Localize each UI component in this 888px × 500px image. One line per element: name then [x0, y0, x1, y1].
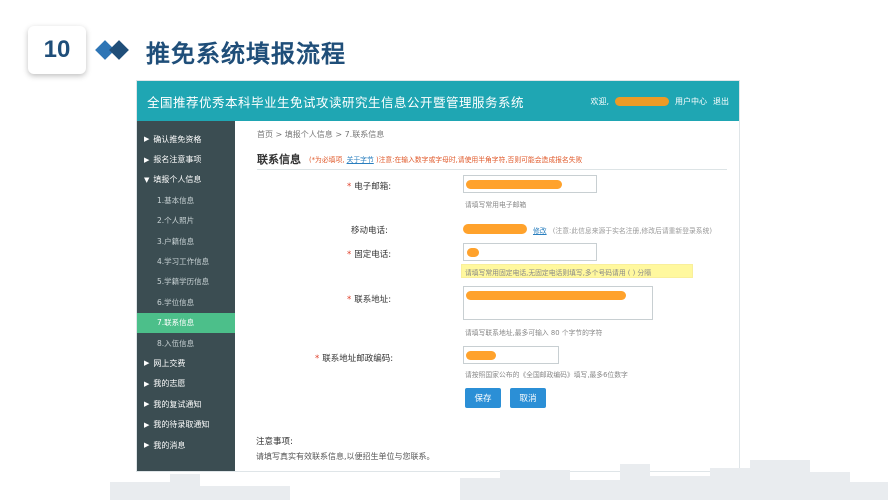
breadcrumb: 首页 > 填报个人信息 > 7.联系信息 [257, 129, 384, 140]
sidebar-item-label: 4.学习工作信息 [157, 257, 210, 267]
note-suffix: )注意:在输入数字或字母时,请使用半角字符,否则可能会造成报名失败 [375, 156, 583, 164]
breadcrumb-step2: 7.联系信息 [344, 130, 385, 139]
section-note: (*为必填项, 关于字节 )注意:在输入数字或字母时,请使用半角字符,否则可能会… [309, 154, 582, 164]
sidebar-item-confirm-eligibility[interactable]: ▶ 确认推免资格 [137, 129, 235, 149]
sidebar-item-notes[interactable]: ▶ 报名注意事项 [137, 149, 235, 169]
breadcrumb-separator: > [335, 130, 343, 139]
sidebar-item-label: 我的消息 [153, 440, 186, 450]
email-label: * 电子邮箱: [347, 182, 392, 192]
section-title: 联系信息 [257, 153, 301, 166]
sidebar-item-label: 2.个人照片 [157, 216, 195, 226]
notice-title: 注意事项: [256, 437, 293, 447]
skyline-decoration [0, 456, 888, 500]
breadcrumb-separator: > [275, 130, 283, 139]
breadcrumb-step1[interactable]: 填报个人信息 [285, 130, 333, 139]
postcode-hint: 请按照国家公布的《全国邮政编码》填写,最多6位数字 [465, 371, 628, 379]
sidebar-item-study-work[interactable]: 4.学习工作信息 [137, 251, 235, 271]
sidebar-item-label: 报名注意事项 [153, 155, 202, 165]
sidebar-item-photo[interactable]: 2.个人照片 [137, 211, 235, 231]
mobile-note-text: (注意:此信息来源于实名注册,修改后请重新登录系统) [552, 227, 713, 235]
redacted-value [466, 351, 496, 360]
main-content: 首页 > 填报个人信息 > 7.联系信息 联系信息 (*为必填项, 关于字节 )… [235, 121, 739, 471]
edit-mobile-link[interactable]: 修改 [533, 227, 547, 235]
sidebar-item-degree[interactable]: 6.学位信息 [137, 292, 235, 312]
sidebar-item-interview[interactable]: ▶ 我的复试通知 [137, 394, 235, 414]
welcome-text: 欢迎, [590, 96, 609, 106]
top-bar: 全国推荐优秀本科毕业生免试攻读研究生信息公开暨管理服务系统 欢迎, 用户中心 退… [137, 81, 739, 121]
logout-link[interactable]: 退出 [713, 96, 729, 107]
redacted-value [466, 180, 562, 189]
email-hint: 请填写常用电子邮箱 [465, 201, 527, 209]
sidebar-item-label: 我的待录取通知 [153, 420, 210, 430]
sidebar-item-label: 填报个人信息 [153, 175, 202, 185]
redacted-mobile [463, 224, 527, 234]
sidebar-item-label: 5.学籍学历信息 [157, 277, 210, 287]
slide-number: 10 [28, 26, 86, 74]
note-prefix: (*为必填项, [309, 156, 345, 164]
postcode-label: * 联系地址邮政编码: [315, 354, 394, 364]
sidebar-item-military[interactable]: 8.入伍信息 [137, 333, 235, 353]
sidebar-item-payment[interactable]: ▶ 网上交费 [137, 353, 235, 373]
address-textarea[interactable] [463, 286, 653, 320]
divider [257, 169, 727, 170]
address-label: * 联系地址: [347, 295, 392, 305]
mobile-note: 修改 (注意:此信息来源于实名注册,修改后请重新登录系统) [533, 225, 712, 235]
caret-right-icon: ▶ [144, 400, 150, 409]
sidebar-item-basic-info[interactable]: 1.基本信息 [137, 190, 235, 210]
address-hint: 请填写联系地址,最多可输入 80 个字节的字符 [465, 329, 603, 337]
sidebar-item-contact[interactable]: 7.联系信息 [137, 312, 235, 333]
sidebar-item-label: 1.基本信息 [157, 195, 195, 205]
landline-label: * 固定电话: [347, 250, 392, 260]
sidebar-item-label: 我的志愿 [153, 379, 186, 389]
diamond-bullet-icon [95, 40, 136, 60]
sidebar-item-enrollment[interactable]: 5.学籍学历信息 [137, 272, 235, 292]
redacted-value [466, 291, 626, 300]
slide-title: 推免系统填报流程 [146, 40, 346, 68]
sidebar-item-label: 8.入伍信息 [157, 338, 195, 348]
email-field[interactable] [463, 175, 597, 193]
sidebar-item-household[interactable]: 3.户籍信息 [137, 231, 235, 251]
sidebar-item-label: 我的复试通知 [153, 399, 202, 409]
landline-field[interactable] [463, 243, 597, 261]
postcode-field[interactable] [463, 346, 559, 364]
caret-right-icon: ▶ [144, 420, 150, 429]
sidebar-item-messages[interactable]: ▶ 我的消息 [137, 435, 235, 455]
caret-right-icon: ▶ [144, 379, 150, 388]
caret-right-icon: ▶ [144, 155, 150, 164]
landline-hint: 请填写常用固定电话,无固定电话则填写,多个号码请用 ( ) 分隔 [465, 269, 652, 277]
system-screenshot: 全国推荐优秀本科毕业生免试攻读研究生信息公开暨管理服务系统 欢迎, 用户中心 退… [136, 80, 740, 472]
sidebar-item-label: 网上交费 [153, 358, 186, 368]
sidebar-item-admission[interactable]: ▶ 我的待录取通知 [137, 414, 235, 434]
sidebar-item-label: 3.户籍信息 [157, 236, 195, 246]
sidebar: ▶ 确认推免资格 ▶ 报名注意事项 ▼ 填报个人信息 1.基本信息 2.个人照片 3.… [137, 121, 235, 471]
sidebar-item-label: 7.联系信息 [157, 318, 195, 328]
caret-right-icon: ▶ [144, 135, 150, 144]
caret-right-icon: ▶ [144, 359, 150, 368]
breadcrumb-home[interactable]: 首页 [257, 130, 273, 139]
site-title: 全国推荐优秀本科毕业生免试攻读研究生信息公开暨管理服务系统 [147, 94, 525, 110]
sidebar-item-preferences[interactable]: ▶ 我的志愿 [137, 374, 235, 394]
user-center-link[interactable]: 用户中心 [675, 96, 707, 107]
sidebar-item-personal-info[interactable]: ▼ 填报个人信息 [137, 170, 235, 190]
redacted-value [467, 248, 479, 257]
sidebar-item-label: 6.学位信息 [157, 297, 195, 307]
caret-right-icon: ▶ [144, 441, 150, 450]
byte-info-link[interactable]: 关于字节 [347, 156, 374, 164]
cancel-button[interactable]: 取消 [510, 388, 546, 408]
caret-down-icon: ▼ [144, 175, 150, 184]
mobile-label: 移动电话: [351, 226, 388, 236]
user-area: 欢迎, 用户中心 退出 [590, 96, 729, 107]
redacted-username [615, 96, 669, 106]
sidebar-item-label: 确认推免资格 [153, 134, 202, 144]
save-button[interactable]: 保存 [465, 388, 501, 408]
